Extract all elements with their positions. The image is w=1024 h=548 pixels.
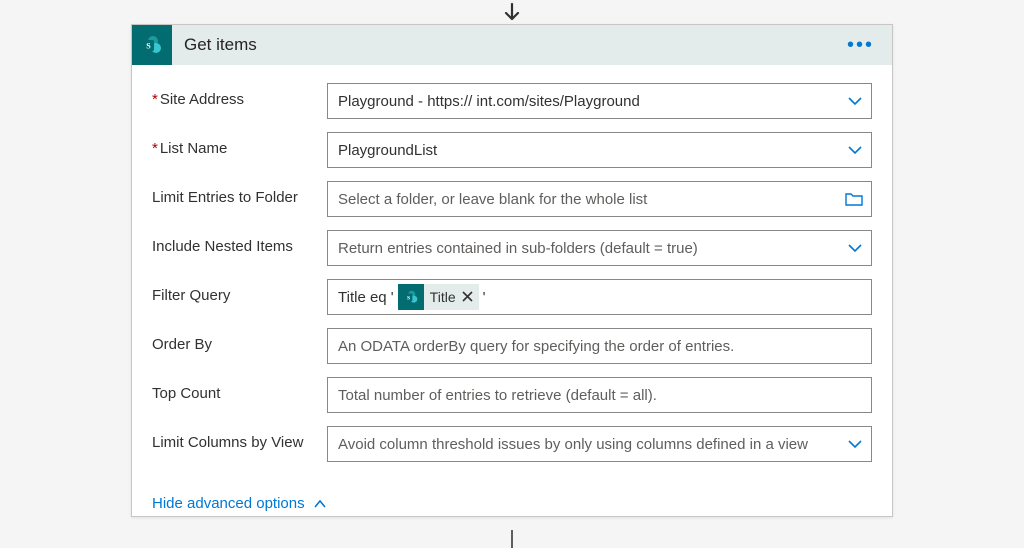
dropdown-button[interactable] [846,92,864,110]
flow-connector-out [511,530,513,548]
label-text: Site Address [160,91,244,108]
label-text: List Name [160,140,228,157]
site-address-input[interactable]: Playground - https:// int.com/sites/Play… [327,83,872,119]
field-row-limit-columns: Limit Columns by View Avoid column thres… [152,426,872,462]
input-placeholder: An ODATA orderBy query for specifying th… [338,338,734,355]
field-row-include-nested: Include Nested Items Return entries cont… [152,230,872,266]
field-label: Include Nested Items [152,230,327,255]
field-input-wrap: PlaygroundList [327,132,872,168]
action-card-get-items: S Get items ••• *Site Address Playground… [131,24,893,517]
card-header[interactable]: S Get items ••• [132,25,892,65]
required-asterisk: * [152,140,158,157]
chevron-down-icon [846,435,864,453]
chevron-down-icon [846,239,864,257]
field-label: Top Count [152,377,327,402]
field-label: Limit Columns by View [152,426,327,451]
chevron-up-icon [313,497,327,511]
field-input-wrap: Avoid column threshold issues by only us… [327,426,872,462]
limit-columns-input[interactable]: Avoid column threshold issues by only us… [327,426,872,462]
dropdown-button[interactable] [846,239,864,257]
field-input-wrap: Return entries contained in sub-folders … [327,230,872,266]
filter-query-input[interactable]: Title eq ' S Title ' [327,279,872,315]
field-row-list-name: *List Name PlaygroundList [152,132,872,168]
close-icon [462,291,473,302]
input-placeholder: Select a folder, or leave blank for the … [338,191,647,208]
required-asterisk: * [152,91,158,108]
field-row-order-by: Order By An ODATA orderBy query for spec… [152,328,872,364]
ellipsis-icon: ••• [847,34,874,56]
filter-suffix-text: ' [483,289,486,306]
input-placeholder: Avoid column threshold issues by only us… [338,436,808,453]
field-row-filter-query: Filter Query Title eq ' S Title ' [152,279,872,315]
field-label: Filter Query [152,279,327,304]
chevron-down-icon [846,141,864,159]
field-input-wrap: Title eq ' S Title ' [327,279,872,315]
token-remove-button[interactable] [462,289,473,305]
chevron-down-icon [846,92,864,110]
field-row-top-count: Top Count Total number of entries to ret… [152,377,872,413]
svg-text:S: S [407,295,410,301]
order-by-input[interactable]: An ODATA orderBy query for specifying th… [327,328,872,364]
field-input-wrap: Playground - https:// int.com/sites/Play… [327,83,872,119]
include-nested-input[interactable]: Return entries contained in sub-folders … [327,230,872,266]
field-label: Limit Entries to Folder [152,181,327,206]
folder-icon [844,190,864,208]
field-row-limit-folder: Limit Entries to Folder Select a folder,… [152,181,872,217]
card-body: *Site Address Playground - https:// int.… [132,65,892,487]
card-title: Get items [172,35,841,55]
filter-prefix-text: Title eq ' [338,289,394,306]
svg-text:S: S [146,42,151,51]
hide-advanced-options-link[interactable]: Hide advanced options [132,487,327,516]
top-count-input[interactable]: Total number of entries to retrieve (def… [327,377,872,413]
field-input-wrap: Total number of entries to retrieve (def… [327,377,872,413]
field-row-site-address: *Site Address Playground - https:// int.… [152,83,872,119]
sharepoint-icon: S [132,25,172,65]
field-input-wrap: Select a folder, or leave blank for the … [327,181,872,217]
field-input-wrap: An ODATA orderBy query for specifying th… [327,328,872,364]
dynamic-content-token-title[interactable]: S Title [398,284,479,310]
input-value: PlaygroundList [338,142,437,159]
token-label: Title [430,289,456,305]
input-placeholder: Return entries contained in sub-folders … [338,240,698,257]
card-menu-button[interactable]: ••• [841,36,880,54]
limit-folder-input[interactable]: Select a folder, or leave blank for the … [327,181,872,217]
folder-picker-button[interactable] [844,190,864,208]
sharepoint-icon: S [398,284,424,310]
input-value: Playground - https:// int.com/sites/Play… [338,93,640,110]
list-name-input[interactable]: PlaygroundList [327,132,872,168]
field-label: *Site Address [152,83,327,108]
dropdown-button[interactable] [846,435,864,453]
input-placeholder: Total number of entries to retrieve (def… [338,387,657,404]
dropdown-button[interactable] [846,141,864,159]
field-label: Order By [152,328,327,353]
field-label: *List Name [152,132,327,157]
toggle-label: Hide advanced options [152,495,305,512]
